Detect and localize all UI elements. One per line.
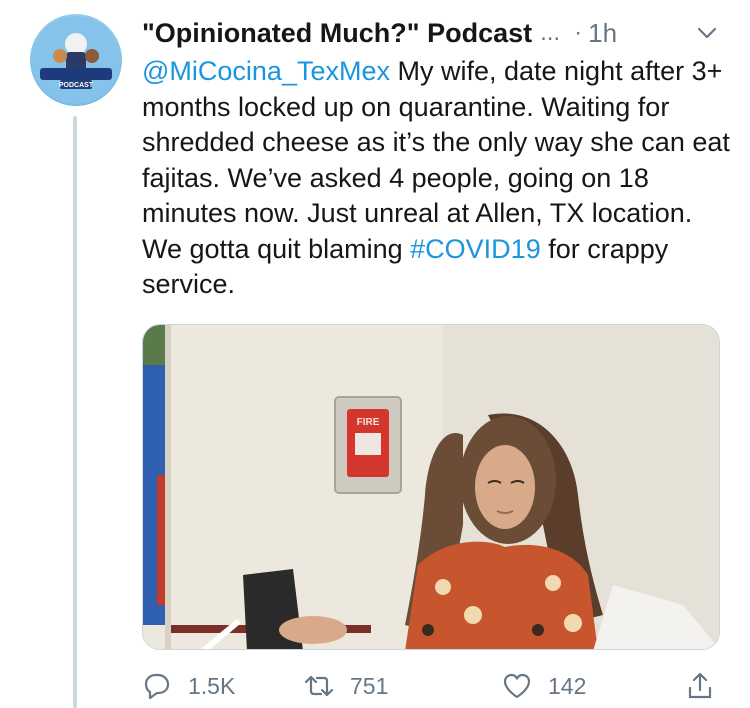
like-button[interactable]: 142 (502, 666, 586, 706)
podcast-logo-image: PODCAST (32, 16, 120, 104)
tweet-body: My wife, date night after 3+ months lock… (142, 56, 730, 264)
retweet-count: 751 (350, 672, 389, 699)
share-icon (688, 672, 712, 699)
display-name[interactable]: "Opinionated Much?" Podcast (142, 18, 532, 49)
timestamp[interactable]: 1h (588, 18, 617, 49)
reply-button[interactable]: 1.5K (142, 666, 235, 706)
retweet-button[interactable]: 751 (304, 666, 388, 706)
reply-icon (144, 673, 170, 700)
photo-image: FIRE (143, 325, 719, 649)
share-button[interactable] (685, 666, 715, 706)
chevron-down-icon[interactable] (696, 22, 718, 44)
avatar[interactable]: PODCAST (30, 14, 122, 106)
tweet-actions: 1.5K 751 142 (142, 666, 732, 706)
tweet-text: @MiCocina_TexMex My wife, date night aft… (142, 54, 732, 303)
hashtag-link[interactable]: #COVID19 (410, 234, 541, 264)
fire-sign-text: FIRE (357, 417, 380, 428)
name-truncation: ... (540, 19, 561, 46)
tweet-photo[interactable]: FIRE (142, 324, 720, 650)
avatar-badge-text: PODCAST (59, 82, 94, 89)
tweet-header: "Opinionated Much?" Podcast ... · 1h (142, 14, 732, 52)
separator-dot: · (574, 19, 583, 46)
like-count: 142 (548, 672, 587, 699)
thread-line (73, 116, 77, 708)
mention-link[interactable]: @MiCocina_TexMex (142, 56, 390, 86)
heart-icon (503, 673, 531, 699)
retweet-icon (304, 675, 334, 697)
reply-count: 1.5K (188, 672, 236, 699)
